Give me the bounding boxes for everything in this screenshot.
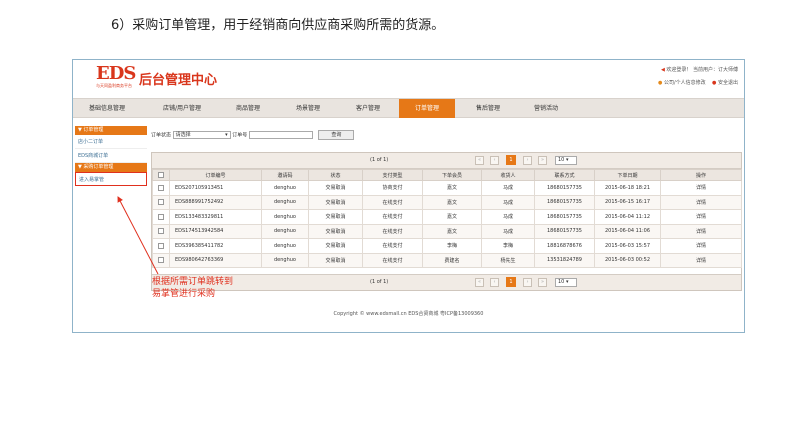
annotation-arrow xyxy=(117,196,159,275)
annotation-note: 根据所需订单跳转到 易掌管进行采购 xyxy=(152,277,234,299)
